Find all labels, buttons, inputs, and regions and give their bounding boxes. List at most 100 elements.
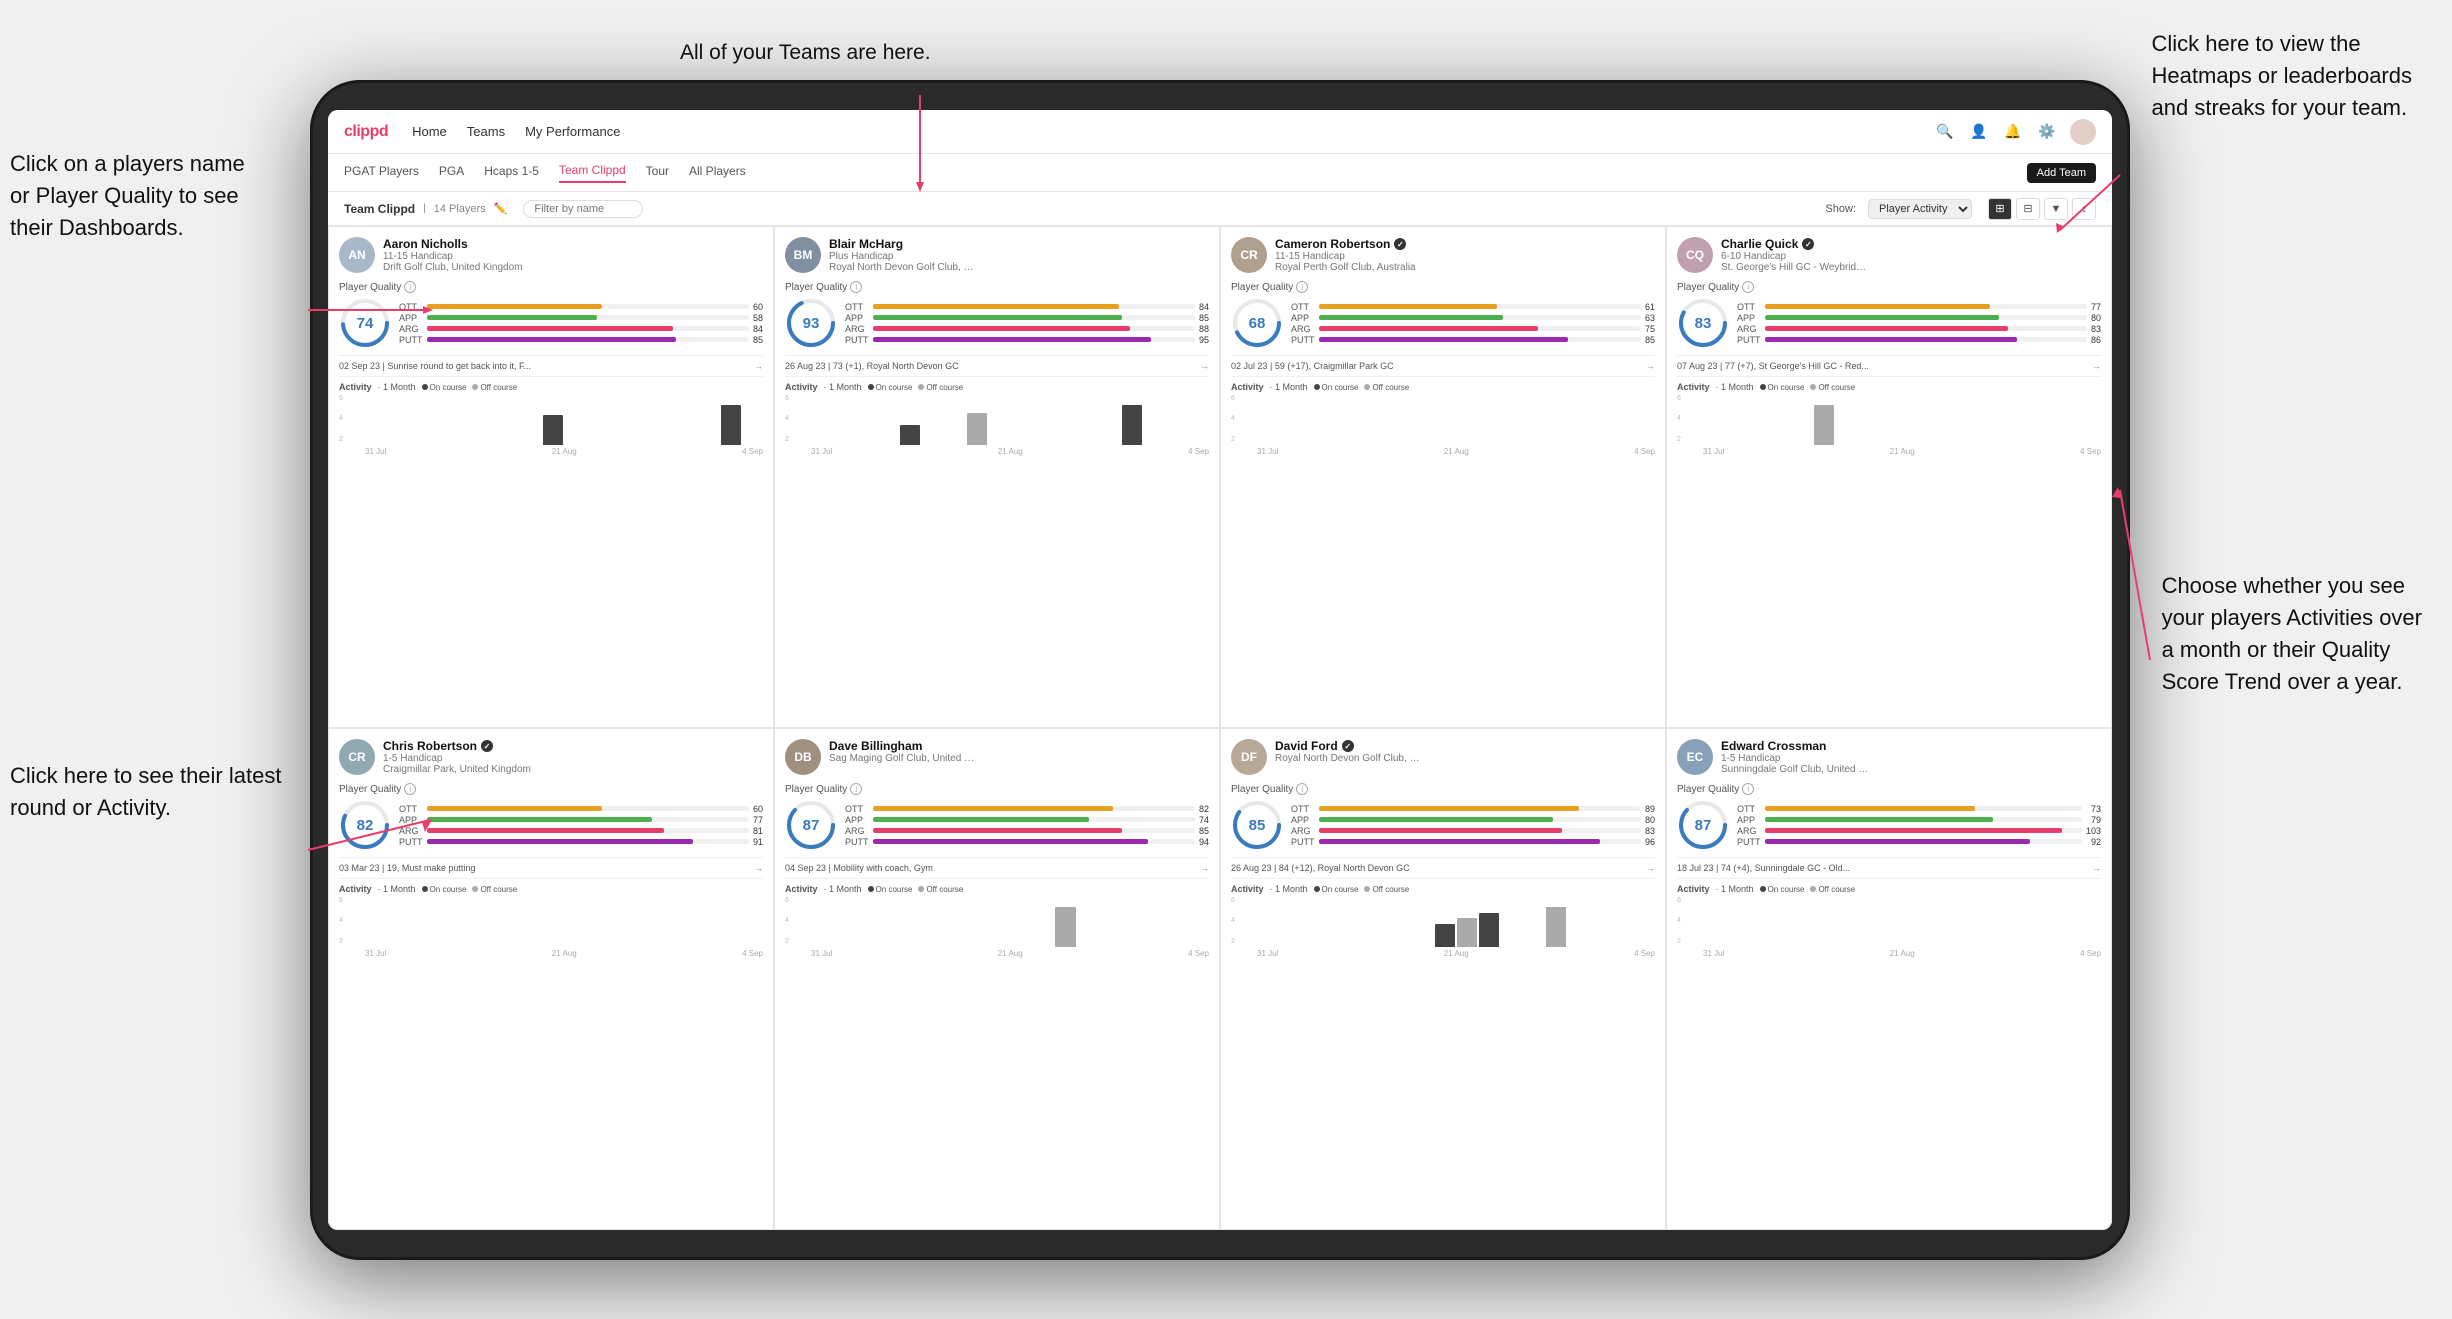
player-name[interactable]: Dave Billingham <box>829 739 1209 753</box>
activity-section: Activity · 1 Month On course Off course … <box>339 878 763 958</box>
quality-info-icon[interactable]: i <box>404 783 416 795</box>
latest-round-arrow[interactable]: → <box>1646 361 1655 371</box>
stat-label-arg: ARG <box>1291 324 1315 334</box>
quality-section[interactable]: 87 OTT 82 APP 74 ARG 85 PUTT 94 <box>785 799 1209 851</box>
player-info: Edward Crossman 1-5 Handicap Sunningdale… <box>1721 739 2101 775</box>
player-name[interactable]: Blair McHarg <box>829 237 1209 251</box>
latest-round[interactable]: 02 Sep 23 | Sunrise round to get back in… <box>339 355 763 371</box>
latest-round-arrow[interactable]: → <box>1200 361 1209 371</box>
player-card[interactable]: DB Dave Billingham Sag Maging Golf Club,… <box>774 728 1220 1230</box>
latest-round[interactable]: 07 Aug 23 | 77 (+7), St George's Hill GC… <box>1677 355 2101 371</box>
player-name[interactable]: David Ford ✓ <box>1275 739 1655 753</box>
quality-section[interactable]: 74 OTT 60 APP 58 ARG 84 PUTT 85 <box>339 297 763 349</box>
quality-info-icon[interactable]: i <box>1296 281 1308 293</box>
player-card[interactable]: CR Cameron Robertson ✓ 11-15 Handicap Ro… <box>1220 226 1666 728</box>
legend-on-course-label: On course <box>430 383 467 392</box>
chart-date-1: 31 Jul <box>1257 949 1278 958</box>
latest-round-arrow[interactable]: → <box>1646 863 1655 873</box>
subnav-team-clippd[interactable]: Team Clippd <box>559 163 626 183</box>
quality-info-icon[interactable]: i <box>1296 783 1308 795</box>
avatar-icon[interactable] <box>2070 119 2096 145</box>
search-icon[interactable]: 🔍 <box>1934 121 1956 143</box>
nav-teams[interactable]: Teams <box>467 124 505 139</box>
legend-on-course: On course <box>422 383 467 392</box>
sort-button[interactable]: ↕ <box>2072 198 2096 220</box>
latest-round[interactable]: 18 Jul 23 | 74 (+4), Sunningdale GC - Ol… <box>1677 857 2101 873</box>
chart-date-3: 4 Sep <box>742 949 763 958</box>
player-card[interactable]: CR Chris Robertson ✓ 1-5 Handicap Craigm… <box>328 728 774 1230</box>
chart-y-labels: 642 <box>785 395 789 456</box>
activity-period: · 1 Month <box>824 382 862 392</box>
player-card[interactable]: CQ Charlie Quick ✓ 6-10 Handicap St. Geo… <box>1666 226 2112 728</box>
quality-section[interactable]: 85 OTT 89 APP 80 ARG 83 PUTT 96 <box>1231 799 1655 851</box>
latest-round[interactable]: 04 Sep 23 | Mobility with coach, Gym → <box>785 857 1209 873</box>
player-name[interactable]: Charlie Quick ✓ <box>1721 237 2101 251</box>
stat-bar-ott <box>427 806 749 811</box>
player-header: EC Edward Crossman 1-5 Handicap Sunningd… <box>1677 739 2101 775</box>
filter-button[interactable]: ▼ <box>2044 198 2068 220</box>
player-avatar: DB <box>785 739 821 775</box>
quality-info-icon[interactable]: i <box>1742 281 1754 293</box>
nav-logo[interactable]: clippd <box>344 123 388 141</box>
legend-off-course: Off course <box>472 885 517 894</box>
latest-round-arrow[interactable]: → <box>2092 863 2101 873</box>
legend-off-course: Off course <box>1364 383 1409 392</box>
stat-label-ott: OTT <box>845 804 869 814</box>
stat-label-putt: PUTT <box>399 335 423 345</box>
subnav-pga[interactable]: PGA <box>439 164 464 182</box>
show-select[interactable]: Player Activity <box>1868 199 1972 219</box>
player-name[interactable]: Cameron Robertson ✓ <box>1275 237 1655 251</box>
latest-round[interactable]: 26 Aug 23 | 84 (+12), Royal North Devon … <box>1231 857 1655 873</box>
latest-round-arrow[interactable]: → <box>754 361 763 371</box>
latest-round[interactable]: 03 Mar 23 | 19, Must make putting → <box>339 857 763 873</box>
subnav-tour[interactable]: Tour <box>646 164 669 182</box>
player-name[interactable]: Chris Robertson ✓ <box>383 739 763 753</box>
subnav-hcaps[interactable]: Hcaps 1-5 <box>484 164 539 182</box>
person-icon[interactable]: 👤 <box>1968 121 1990 143</box>
quality-info-icon[interactable]: i <box>850 783 862 795</box>
player-name[interactable]: Aaron Nicholls <box>383 237 763 251</box>
quality-section[interactable]: 93 OTT 84 APP 85 ARG 88 PUTT 95 <box>785 297 1209 349</box>
grid-view-button[interactable]: ⊞ <box>1988 198 2012 220</box>
player-card[interactable]: EC Edward Crossman 1-5 Handicap Sunningd… <box>1666 728 2112 1230</box>
latest-round[interactable]: 26 Aug 23 | 73 (+1), Royal North Devon G… <box>785 355 1209 371</box>
edit-icon[interactable]: ✏️ <box>494 202 508 215</box>
stat-label-app: APP <box>845 313 869 323</box>
quality-section[interactable]: 83 OTT 77 APP 80 ARG 83 PUTT 86 <box>1677 297 2101 349</box>
stat-label-putt: PUTT <box>1291 837 1315 847</box>
quality-info-icon[interactable]: i <box>850 281 862 293</box>
player-name[interactable]: Edward Crossman <box>1721 739 2101 753</box>
stat-label-putt: PUTT <box>845 335 869 345</box>
stat-label-app: APP <box>1291 313 1315 323</box>
latest-round-arrow[interactable]: → <box>1200 863 1209 873</box>
latest-round-arrow[interactable]: → <box>754 863 763 873</box>
player-club: St. George's Hill GC - Weybridge - Surre… <box>1721 262 1871 273</box>
settings-icon[interactable]: ⚙️ <box>2036 121 2058 143</box>
chart-date-3: 4 Sep <box>1634 949 1655 958</box>
stat-value-app: 74 <box>1199 815 1209 825</box>
quality-info-icon[interactable]: i <box>404 281 416 293</box>
subnav-all-players[interactable]: All Players <box>689 164 746 182</box>
legend-on-course-label: On course <box>1322 383 1359 392</box>
latest-round[interactable]: 02 Jul 23 | 59 (+17), Craigmillar Park G… <box>1231 355 1655 371</box>
latest-round-arrow[interactable]: → <box>2092 361 2101 371</box>
player-card[interactable]: AN Aaron Nicholls 11-15 Handicap Drift G… <box>328 226 774 728</box>
activity-header: Activity · 1 Month On course Off course <box>1677 382 2101 392</box>
quality-info-icon[interactable]: i <box>1742 783 1754 795</box>
chart-date-2: 21 Aug <box>552 447 577 456</box>
quality-section[interactable]: 68 OTT 61 APP 63 ARG 75 PUTT 85 <box>1231 297 1655 349</box>
nav-home[interactable]: Home <box>412 124 447 139</box>
stat-value-ott: 82 <box>1199 804 1209 814</box>
latest-round-text: 26 Aug 23 | 84 (+12), Royal North Devon … <box>1231 863 1410 873</box>
bell-icon[interactable]: 🔔 <box>2002 121 2024 143</box>
player-card[interactable]: BM Blair McHarg Plus Handicap Royal Nort… <box>774 226 1220 728</box>
quality-section[interactable]: 82 OTT 60 APP 77 ARG 81 PUTT 91 <box>339 799 763 851</box>
subnav-pgat[interactable]: PGAT Players <box>344 164 419 182</box>
list-view-button[interactable]: ⊟ <box>2016 198 2040 220</box>
quality-section[interactable]: 87 OTT 73 APP 79 ARG 103 PUTT 92 <box>1677 799 2101 851</box>
player-card[interactable]: DF David Ford ✓ Royal North Devon Golf C… <box>1220 728 1666 1230</box>
nav-performance[interactable]: My Performance <box>525 124 620 139</box>
chart-date-1: 31 Jul <box>811 447 832 456</box>
add-team-button[interactable]: Add Team <box>2027 163 2096 183</box>
filter-input[interactable] <box>523 200 643 218</box>
